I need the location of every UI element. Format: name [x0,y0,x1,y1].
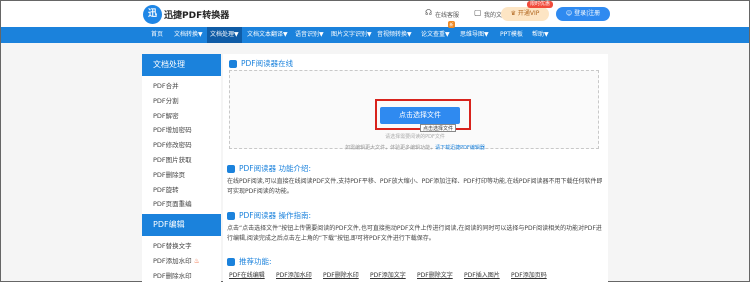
page-title-text: PDF阅读器在线 [241,59,294,68]
file-icon[interactable]: ▢ [474,8,482,17]
sidebar-item-pdf-decrypt[interactable]: PDF解密 [142,109,221,124]
login-button[interactable]: ☺ 登录|注册 [556,7,610,21]
sidebar-item-pdf-replace-text[interactable]: PDF替换文字 [142,239,221,254]
nav-new-badge: 新 [448,21,455,28]
rec-link-pdf-add-page-number[interactable]: PDF添加页码 [511,270,547,279]
nav-help[interactable]: 帮助▼ [532,27,549,43]
rec-link-pdf-insert-image[interactable]: PDF插入图片 [464,270,500,279]
guide-title-text: PDF阅读器 操作指南: [239,211,312,220]
recommend-title: 推荐功能: [227,256,272,267]
nav-ocr[interactable]: 图片文字识别▼ [331,27,372,43]
section-icon [229,60,237,68]
fire-icon: ♨ [193,256,200,265]
recommend-title-text: 推荐功能: [239,257,272,266]
sidebar-head-pdf-edit: PDF编辑 [142,214,221,237]
sidebar-item-pdf-extract-images[interactable]: PDF图片获取 [142,153,221,168]
upload-hint: 请选择需要阅读的PDF文件 [385,134,445,140]
upload-hint-2: 如需编辑更大文件，体验更多编辑功能，请下载迅捷PDF编辑器 [230,144,600,151]
sidebar: 文档处理 PDF合并 PDF分割 PDF解密 PDF增加密码 PDF修改密码 P… [142,54,221,282]
select-file-button[interactable]: 点击选择文件 [380,107,460,124]
sidebar-item-pdf-change-password[interactable]: PDF修改密码 [142,138,221,153]
logo-icon: 迅 [143,5,162,24]
main-content: PDF阅读器在线 点击选择文件 点击选择文件 请选择需要阅读的PDF文件 如需编… [223,54,608,282]
intro-text: 在线PDF阅读,可以直接在线阅读PDF文件,支持PDF平移、PDF放大缩小、PD… [227,178,603,195]
sidebar-item-pdf-merge[interactable]: PDF合并 [142,79,221,94]
rec-link-pdf-add-watermark[interactable]: PDF添加水印 [276,270,312,279]
nav-doc-convert[interactable]: 文档转换▼ [174,27,203,43]
rec-link-pdf-edit[interactable]: PDF在线编辑 [229,270,265,279]
nav-paper-check[interactable]: 论文查重▼ [421,27,450,43]
main-nav: 首页 文档转换▼ 文档处理▼ 文档文本翻译▼ 语音识别▼ 图片文字识别▼ 音视频… [1,21,749,43]
nav-mindmap[interactable]: 思维导图▼ [460,27,489,43]
sidebar-item-pdf-remove-watermark[interactable]: PDF删除水印 [142,269,221,282]
upload-dropzone[interactable]: 点击选择文件 点击选择文件 请选择需要阅读的PDF文件 如需编辑更大文件，体验更… [229,70,600,151]
nav-doc-process[interactable]: 文档处理▼ [207,27,242,43]
customer-service-link[interactable]: 在线客服 [435,10,459,19]
vip-label: 开通VIP [517,10,540,17]
sidebar-item-pdf-add-password[interactable]: PDF增加密码 [142,123,221,138]
sidebar-item-pdf-delete-page[interactable]: PDF删除页 [142,168,221,183]
intro-title: PDF阅读器 功能介绍: [227,163,311,174]
brand-name[interactable]: 迅捷PDF转换器 [164,8,229,21]
sidebar-head-doc-process: 文档处理 [142,54,221,76]
rec-link-pdf-add-text[interactable]: PDF添加文字 [370,270,406,279]
tooltip: 点击选择文件 [420,124,457,132]
section-icon [227,258,235,266]
section-icon [227,165,235,173]
nav-av-convert[interactable]: 音视频转换▼ [377,27,412,43]
guide-title: PDF阅读器 操作指南: [227,210,311,221]
recommend-links: PDF在线编辑 PDF添加水印 PDF删除水印 PDF添加文字 PDF删除文字 … [229,270,605,282]
sidebar-item-label: PDF添加水印 [153,256,192,265]
sidebar-item-pdf-add-watermark[interactable]: PDF添加水印 ♨ [142,254,221,269]
page-title: PDF阅读器在线 [229,58,293,69]
sidebar-item-pdf-rotate[interactable]: PDF旋转 [142,183,221,198]
download-editor-link[interactable]: 请下载迅捷PDF编辑器 [435,145,485,151]
rec-link-pdf-remove-watermark[interactable]: PDF删除水印 [323,270,359,279]
section-icon [227,212,235,220]
nav-ppt[interactable]: PPT模板 [500,27,523,43]
login-label: 登录|注册 [574,10,601,17]
nav-home[interactable]: 首页 [151,27,163,43]
vip-badge: 限时优惠 [527,1,554,8]
sidebar-item-pdf-reorder[interactable]: PDF页面重编 [142,197,221,212]
nav-doc-translate[interactable]: 文档文本翻译▼ [247,27,288,43]
top-bar: 迅 迅捷PDF转换器 ☊ 在线客服 ▢ 我的文件 ♛ 开通VIP 限时优惠 ☺ … [1,1,749,27]
rec-link-pdf-delete-text[interactable]: PDF删除文字 [417,270,453,279]
intro-title-text: PDF阅读器 功能介绍: [239,164,312,173]
upload-hint-2-text: 如需编辑更大文件，体验更多编辑功能， [345,145,436,151]
headset-icon[interactable]: ☊ [425,8,432,17]
vip-button[interactable]: ♛ 开通VIP [501,7,549,21]
guide-text: 点击“点击选择文件”按钮上传需要阅读的PDF文件,也可直接拖动PDF文件上传进行… [227,225,602,242]
sidebar-item-pdf-split[interactable]: PDF分割 [142,94,221,109]
nav-speech[interactable]: 语音识别▼ [295,27,324,43]
